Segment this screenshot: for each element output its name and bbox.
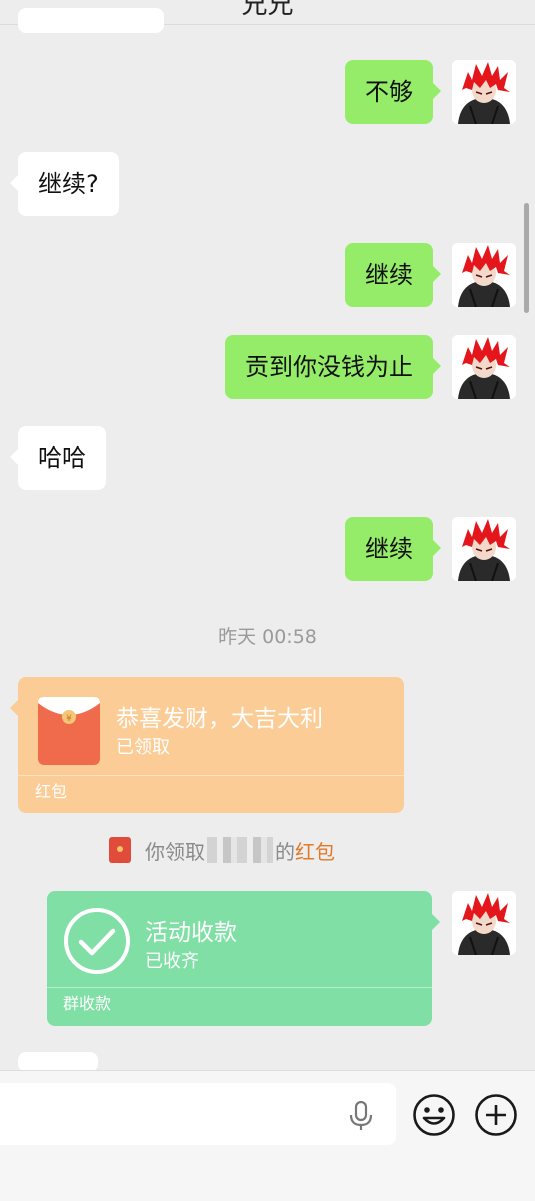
group-collect-title: 活动收款: [145, 920, 237, 946]
emoji-icon[interactable]: [412, 1093, 456, 1137]
avatar-image: [452, 243, 516, 307]
group-collect-label: 群收款: [63, 994, 112, 1013]
red-packet-notice: 你领取 的 红包: [109, 836, 335, 864]
incoming-bubble-partial: [18, 1052, 98, 1072]
avatar-image: [452, 891, 516, 955]
my-avatar[interactable]: [452, 60, 516, 124]
divider: [47, 987, 432, 988]
my-avatar[interactable]: [452, 891, 516, 955]
message-input[interactable]: [0, 1083, 396, 1145]
red-packet-status: 已领取: [116, 737, 170, 758]
input-bar: [0, 1070, 535, 1201]
avatar-image: [452, 335, 516, 399]
microphone-icon[interactable]: [348, 1101, 374, 1131]
notice-prefix: 你领取: [145, 839, 205, 864]
group-collect-status: 已收齐: [145, 951, 199, 972]
scrollbar[interactable]: [524, 203, 529, 313]
incoming-bubble-partial: [18, 8, 164, 33]
red-packet-card[interactable]: ¥ 恭喜发财，大吉大利 已领取 红包: [10, 677, 404, 813]
message-timestamp: 昨天 00:58: [218, 626, 317, 648]
red-packet-title: 恭喜发财，大吉大利: [116, 706, 323, 732]
outgoing-message[interactable]: 不够: [345, 60, 441, 124]
outgoing-message[interactable]: 贡到你没钱为止: [225, 335, 441, 399]
red-packet-label: 红包: [35, 782, 68, 801]
red-packet-small-icon: [109, 837, 131, 863]
red-packet-icon: ¥: [38, 697, 100, 765]
plus-icon[interactable]: [474, 1093, 518, 1137]
my-avatar[interactable]: [452, 517, 516, 581]
group-collect-card[interactable]: 活动收款 已收齐 群收款: [47, 891, 440, 1026]
incoming-message[interactable]: 继续?: [10, 152, 119, 216]
redacted-name: [207, 837, 273, 863]
notice-suffix: 的: [275, 839, 295, 864]
my-avatar[interactable]: [452, 335, 516, 399]
red-packet-link[interactable]: 红包: [295, 836, 335, 865]
my-avatar[interactable]: [452, 243, 516, 307]
incoming-message[interactable]: 哈哈: [10, 426, 106, 490]
svg-text:¥: ¥: [66, 714, 72, 724]
check-circle-icon: [64, 908, 130, 974]
divider: [18, 775, 404, 776]
outgoing-message[interactable]: 继续: [345, 517, 441, 581]
avatar-image: [452, 60, 516, 124]
outgoing-message[interactable]: 继续: [345, 243, 441, 307]
avatar-image: [452, 517, 516, 581]
